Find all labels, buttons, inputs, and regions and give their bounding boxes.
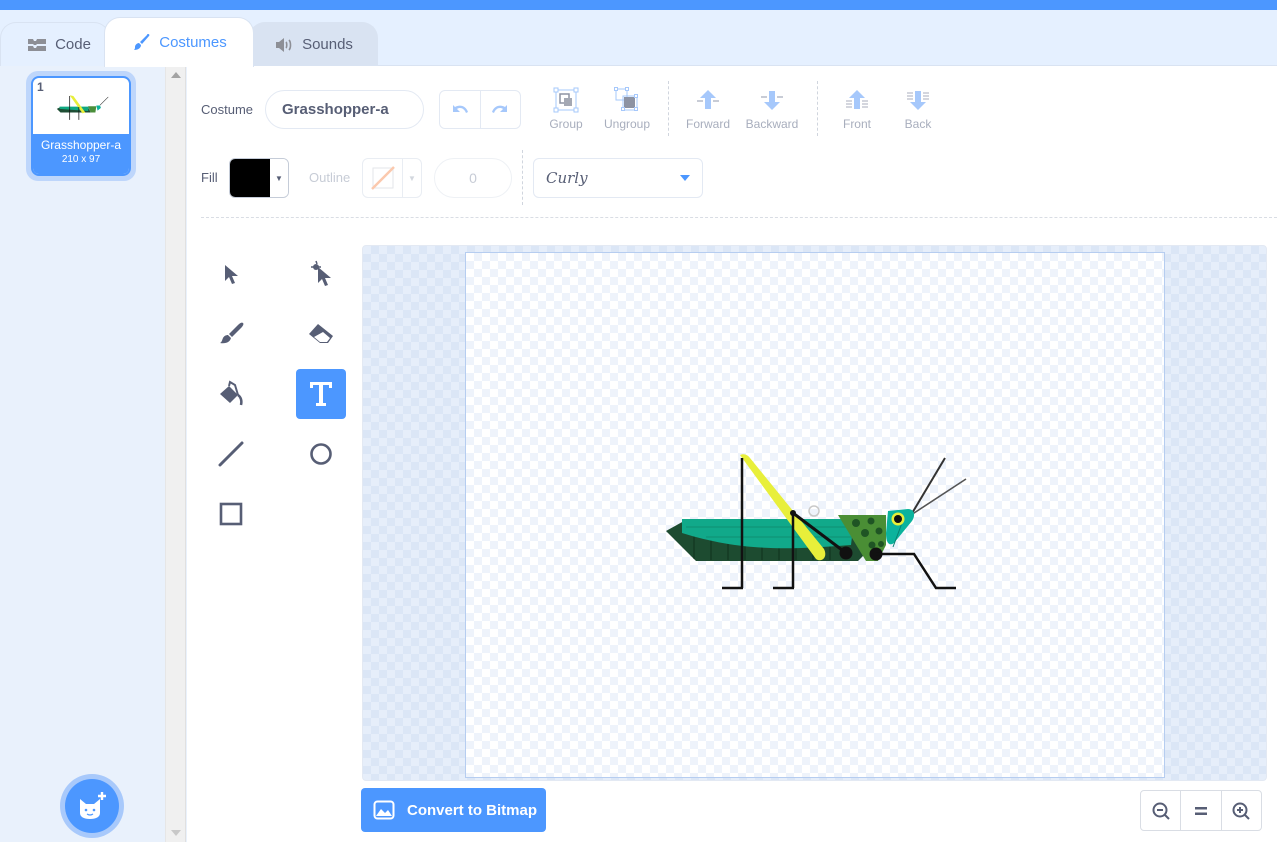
toolbar-separator: [201, 217, 1277, 218]
code-blocks-icon: [27, 35, 47, 55]
tab-label: Code: [55, 36, 91, 53]
text-tool[interactable]: [296, 369, 346, 419]
front-label: Front: [842, 117, 871, 131]
zoom-out-icon: [1152, 802, 1170, 820]
tab-label: Sounds: [302, 36, 353, 53]
select-tool[interactable]: [206, 249, 256, 299]
redo-button[interactable]: [479, 91, 521, 128]
line-tool[interactable]: [206, 429, 256, 479]
editor-tabs: Code Costumes Sounds: [0, 10, 1277, 67]
undo-icon: [452, 104, 468, 113]
paint-canvas[interactable]: [362, 245, 1267, 781]
back-label: Back: [904, 117, 932, 131]
tab-label: Costumes: [159, 34, 227, 51]
group-button[interactable]: Group: [534, 86, 598, 136]
ungroup-icon: [614, 87, 638, 111]
arrow-cursor-icon: [225, 265, 238, 284]
circle-icon: [310, 443, 332, 465]
brush-tool[interactable]: [206, 309, 256, 359]
zoom-controls: [1140, 790, 1262, 831]
grasshopper-sprite[interactable]: [666, 453, 971, 593]
zoom-in-icon: [1232, 802, 1251, 820]
zoom-out-button[interactable]: [1141, 791, 1180, 830]
circle-tool[interactable]: [296, 429, 346, 479]
backward-icon: [761, 91, 783, 110]
reshape-cursor-icon: [311, 260, 331, 286]
group-label: Group: [549, 117, 583, 131]
outline-label: Outline: [309, 170, 351, 185]
zoom-reset-button[interactable]: [1180, 791, 1220, 830]
paint-bucket-icon: [220, 380, 243, 406]
ungroup-label: Ungroup: [603, 117, 651, 131]
costume-name: Grasshopper-a: [40, 138, 122, 152]
scroll-up-arrow[interactable]: [171, 72, 181, 78]
dropdown-arrow-icon: ▼: [408, 173, 416, 183]
fill-color-swatch: [230, 159, 270, 197]
back-button[interactable]: Back: [886, 86, 950, 136]
scroll-down-arrow[interactable]: [171, 830, 181, 836]
toolbar-divider: [817, 81, 818, 136]
costume-thumbnail: [56, 95, 109, 120]
rectangle-tool[interactable]: [206, 489, 256, 539]
speaker-icon: [274, 35, 294, 55]
front-button[interactable]: Front: [825, 86, 889, 136]
no-color-icon: [363, 159, 403, 197]
redo-icon: [492, 104, 508, 113]
outline-width-input[interactable]: 0: [434, 158, 512, 198]
line-icon: [218, 441, 244, 467]
font-value: Curly: [546, 169, 588, 187]
outline-color-picker[interactable]: ▼: [362, 158, 422, 198]
tab-sounds[interactable]: Sounds: [249, 22, 378, 66]
zoom-in-button[interactable]: [1220, 791, 1261, 830]
front-icon: [846, 90, 868, 109]
forward-button[interactable]: Forward: [676, 86, 740, 136]
toolbar-divider: [522, 150, 523, 205]
caret-down-icon: [680, 175, 690, 181]
tab-code[interactable]: Code: [0, 22, 110, 66]
fill-tool[interactable]: [206, 369, 256, 419]
paintbrush-icon: [131, 33, 151, 53]
paint-editor: Costume Group Ungroup Forward Backward F…: [187, 66, 1277, 842]
reshape-tool[interactable]: [296, 249, 346, 299]
costume-item[interactable]: 1 Grasshopper-a 210 x 97: [26, 71, 136, 181]
text-t-icon: [310, 382, 332, 406]
back-icon: [907, 91, 929, 110]
fill-label: Fill: [201, 170, 218, 185]
costume-size: 210 x 97: [61, 154, 101, 165]
costume-list: [0, 66, 165, 842]
backward-button[interactable]: Backward: [740, 86, 804, 136]
dropdown-arrow-icon: ▼: [270, 159, 288, 197]
costume-name-label: Costume: [201, 102, 254, 117]
equals-icon: [1194, 806, 1207, 815]
costume-index: 1: [37, 80, 44, 94]
image-icon: [373, 800, 395, 820]
costume-name-input[interactable]: [265, 90, 424, 129]
convert-to-bitmap-label: Convert to Bitmap: [407, 801, 538, 819]
choose-costume-button[interactable]: [60, 774, 124, 838]
rectangle-icon: [219, 502, 243, 526]
costume-list-scrollbar[interactable]: [165, 66, 186, 842]
eraser-icon: [309, 324, 333, 343]
backward-label: Backward: [745, 117, 799, 131]
fill-color-picker[interactable]: ▼: [229, 158, 289, 198]
convert-to-bitmap-button[interactable]: Convert to Bitmap: [361, 788, 546, 832]
group-icon: [553, 87, 579, 113]
eraser-tool[interactable]: [296, 309, 346, 359]
ungroup-button[interactable]: Ungroup: [595, 86, 659, 136]
brush-icon: [220, 322, 244, 344]
forward-icon: [697, 90, 719, 109]
artboard[interactable]: [465, 252, 1165, 778]
undo-button[interactable]: [440, 91, 480, 128]
undo-redo-group: [439, 90, 521, 129]
cat-plus-icon: [80, 792, 106, 819]
toolbar-divider: [668, 81, 669, 136]
forward-label: Forward: [685, 117, 730, 131]
menu-bar: [0, 0, 1277, 10]
tab-costumes[interactable]: Costumes: [104, 17, 254, 67]
font-dropdown[interactable]: Curly: [533, 158, 703, 198]
